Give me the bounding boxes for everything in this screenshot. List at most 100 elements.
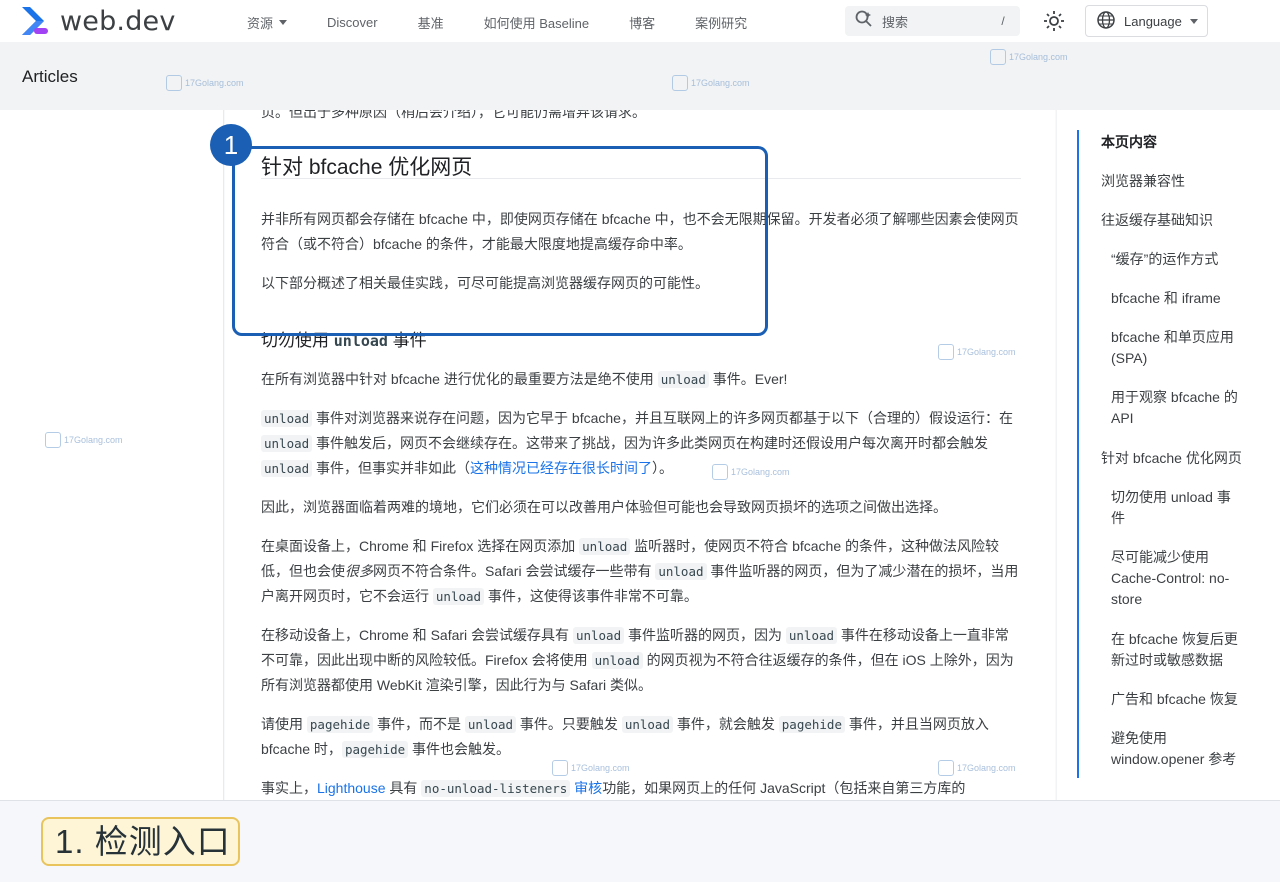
- toc-item[interactable]: 往返缓存基础知识: [1101, 210, 1251, 231]
- watermark-text: 17Golang.com: [691, 78, 750, 88]
- inline-code: unload: [261, 460, 313, 477]
- paragraph: 在所有浏览器中针对 bfcache 进行优化的最重要方法是绝不使用 unload…: [261, 367, 1021, 392]
- inline-code: unload: [785, 627, 838, 644]
- watermark-text: 17Golang.com: [957, 347, 1016, 357]
- toc-item[interactable]: 避免使用 window.opener 参考: [1111, 728, 1251, 770]
- text: 在所有浏览器中针对 bfcache 进行优化的最重要方法是绝不使用: [261, 371, 658, 387]
- inline-code: pagehide: [341, 741, 409, 758]
- audit-link[interactable]: 审核: [570, 780, 602, 796]
- search-shortcut-key: /: [1001, 14, 1005, 28]
- text: 事件，但事实并非如此（: [312, 460, 471, 476]
- watermark: 17Golang.com: [45, 432, 123, 448]
- paragraph: 在桌面设备上，Chrome 和 Firefox 选择在网页添加 unload 监…: [261, 534, 1021, 609]
- toc-item[interactable]: bfcache 和 iframe: [1111, 288, 1261, 309]
- watermark: 17Golang.com: [938, 760, 1016, 776]
- watermark-text: 17Golang.com: [731, 467, 790, 477]
- text: 事件监听器的网页，因为: [624, 627, 786, 643]
- text: 在桌面设备上，Chrome 和 Firefox 选择在网页添加: [261, 538, 580, 554]
- inline-code: unload: [261, 435, 313, 452]
- text: 事件。Ever!: [708, 371, 788, 387]
- lighthouse-link[interactable]: Lighthouse: [317, 780, 386, 796]
- caption-label: 1. 检测入口: [41, 817, 240, 866]
- watermark-text: 17Golang.com: [1009, 52, 1068, 62]
- section-title-articles[interactable]: Articles: [22, 67, 78, 87]
- text: 事件，而不是: [373, 716, 465, 732]
- search-icon: [854, 9, 874, 34]
- nav-item-how-to-use-baseline[interactable]: 如何使用 Baseline: [484, 13, 589, 32]
- text: 具有: [385, 780, 422, 796]
- main-nav: 资源 Discover 基准 如何使用 Baseline 博客 案例研究: [247, 13, 787, 32]
- highlight-number-badge: 1: [210, 124, 252, 166]
- caret-down-icon: [279, 20, 288, 25]
- watermark-logo-icon: [672, 75, 688, 91]
- inline-code: unload: [572, 627, 625, 644]
- text: 事件也会触发。: [408, 741, 511, 757]
- language-selector[interactable]: Language: [1085, 5, 1208, 37]
- paragraph: unload 事件对浏览器来说存在问题，因为它早于 bfcache，并且互联网上…: [261, 406, 1021, 481]
- inline-code: no-unload-listeners: [421, 780, 571, 797]
- inline-code: unload: [464, 716, 517, 733]
- toc-item[interactable]: 针对 bfcache 优化网页: [1101, 448, 1251, 469]
- logo-text: web.dev: [60, 5, 176, 37]
- text: 在移动设备上，Chrome 和 Safari 会尝试缓存具有: [261, 627, 573, 643]
- inline-code: unload: [591, 652, 643, 669]
- watermark-text: 17Golang.com: [185, 78, 244, 88]
- toc-heading: 本页内容: [1101, 134, 1157, 150]
- theme-toggle-sun-icon[interactable]: [1043, 10, 1065, 37]
- table-of-contents: 本页内容 浏览器兼容性 往返缓存基础知识 “缓存”的运作方式 bfcache 和…: [1077, 130, 1277, 778]
- text: 网页不符合条件。Safari 会尝试缓存一些带有: [373, 563, 656, 579]
- toc-item[interactable]: 在 bfcache 恢复后更新过时或敏感数据: [1111, 629, 1246, 671]
- toc-item[interactable]: bfcache 和单页应用 (SPA): [1111, 327, 1246, 369]
- watermark: 17Golang.com: [712, 464, 790, 480]
- web-dev-logo-icon: [20, 4, 52, 38]
- nav-item-blog[interactable]: 博客: [629, 13, 655, 32]
- toc-item[interactable]: 用于观察 bfcache 的 API: [1111, 387, 1246, 429]
- text: 事件，这使得该事件非常不可靠。: [484, 588, 698, 604]
- highlight-box: [232, 146, 768, 336]
- nav-label: 博客: [629, 16, 656, 31]
- watermark-logo-icon: [45, 432, 61, 448]
- inline-code: unload: [579, 538, 631, 555]
- paragraph: 因此，浏览器面临着两难的境地，它们必须在可以改善用户体验但可能也会导致网页损坏的…: [261, 499, 947, 515]
- watermark-logo-icon: [938, 760, 954, 776]
- watermark-logo-icon: [552, 760, 568, 776]
- globe-icon: [1096, 10, 1116, 33]
- text: 事件对浏览器来说存在问题，因为它早于 bfcache，并且互联网上的许多网页都基…: [312, 410, 1013, 426]
- watermark-logo-icon: [166, 75, 182, 91]
- language-label: Language: [1124, 13, 1182, 29]
- text: 事件触发后，网页不会继续存在。这带来了挑战，因为许多此类网页在构建时还假设用户每…: [312, 435, 989, 451]
- nav-label: 如何使用 Baseline: [483, 16, 590, 31]
- nav-item-discover[interactable]: Discover: [327, 13, 378, 32]
- watermark: 17Golang.com: [552, 760, 630, 776]
- watermark: 17Golang.com: [990, 49, 1068, 65]
- text: ）。: [652, 460, 674, 476]
- toc-item[interactable]: “缓存”的运作方式: [1111, 249, 1261, 270]
- site-logo[interactable]: web.dev: [20, 4, 176, 38]
- toc-item[interactable]: 尽可能减少使用 Cache-Control: no-store: [1111, 547, 1241, 610]
- watermark: 17Golang.com: [672, 75, 750, 91]
- watermark-logo-icon: [938, 344, 954, 360]
- text: 事件。只要触发: [516, 716, 622, 732]
- toc-item[interactable]: 切勿使用 unload 事件: [1111, 487, 1236, 529]
- watermark: 17Golang.com: [166, 75, 244, 91]
- paragraph: 请使用 pagehide 事件，而不是 unload 事件。只要触发 unloa…: [261, 712, 1021, 762]
- watermark-logo-icon: [990, 49, 1006, 65]
- search-input[interactable]: 搜索 /: [845, 6, 1020, 36]
- toc-item[interactable]: 广告和 bfcache 恢复: [1111, 689, 1261, 710]
- table-of-contents-panel: 本页内容 浏览器兼容性 往返缓存基础知识 “缓存”的运作方式 bfcache 和…: [1056, 110, 1280, 800]
- watermark-text: 17Golang.com: [64, 435, 123, 445]
- toc-item[interactable]: 浏览器兼容性: [1101, 171, 1251, 192]
- search-placeholder: 搜索: [882, 14, 909, 30]
- history-link[interactable]: 这种情况已经存在很长时间了: [470, 460, 652, 476]
- nav-item-baseline[interactable]: 基准: [418, 13, 444, 32]
- paragraph: 事实上，Lighthouse 具有 no-unload-listeners 审核…: [261, 776, 1021, 800]
- inline-code: unload: [657, 371, 709, 388]
- inline-code: unload: [432, 588, 485, 605]
- text: 事件，就会触发: [672, 716, 779, 732]
- nav-item-resources[interactable]: 资源: [247, 13, 288, 32]
- inline-code: unload: [655, 563, 707, 580]
- nav-item-case-studies[interactable]: 案例研究: [695, 13, 747, 32]
- watermark-text: 17Golang.com: [957, 763, 1016, 773]
- inline-code: pagehide: [778, 716, 845, 733]
- watermark-text: 17Golang.com: [571, 763, 630, 773]
